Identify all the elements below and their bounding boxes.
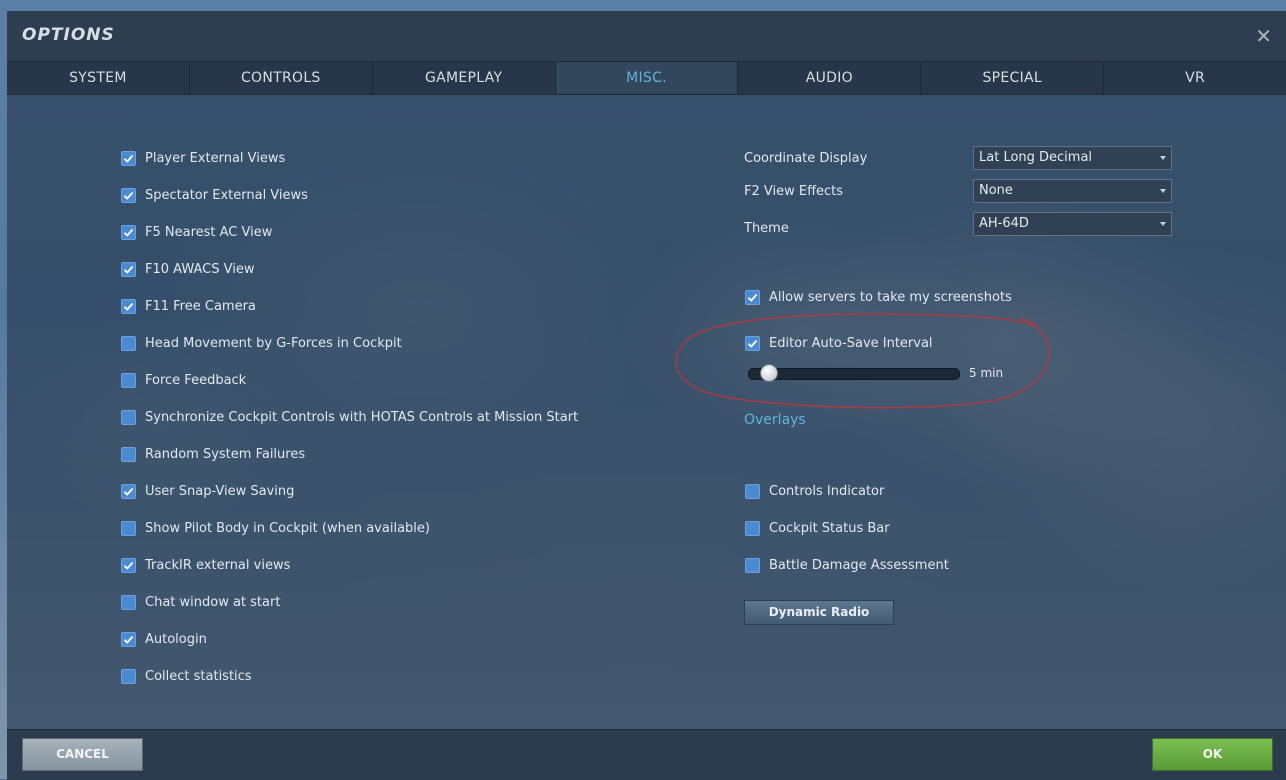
ok-button[interactable]: OK [1152,738,1273,771]
checkbox-icon[interactable] [121,483,136,499]
checkbox-icon[interactable] [745,483,760,499]
f2-view-effects-select[interactable]: None [973,179,1172,203]
tab-bar: SYSTEM CONTROLS GAMEPLAY MISC. AUDIO SPE… [7,61,1286,95]
option-label: Chat window at start [145,594,281,610]
coordinate-display-label: Coordinate Display [744,151,868,166]
option-user-snap-view-saving[interactable]: User Snap-View Saving [121,482,294,500]
option-label: Spectator External Views [145,187,308,203]
option-cockpit-status-bar[interactable]: Cockpit Status Bar [745,519,890,537]
options-dialog: OPTIONS ✕ SYSTEM CONTROLS GAMEPLAY MISC.… [7,11,1286,779]
option-label: F5 Nearest AC View [145,224,273,240]
option-label: F10 AWACS View [145,261,255,277]
option-label: Editor Auto-Save Interval [769,335,933,351]
tab-vr[interactable]: VR [1104,62,1286,94]
option-f5-nearest-ac-view[interactable]: F5 Nearest AC View [121,223,272,241]
option-allow-server-screenshots[interactable]: Allow servers to take my screenshots [745,288,1012,306]
option-label: Controls Indicator [769,483,885,499]
option-label: Autologin [145,631,207,647]
autosave-interval-value: 5 min [969,366,1004,380]
checkbox-icon[interactable] [121,335,136,351]
tab-misc[interactable]: MISC. [555,62,739,94]
chevron-down-icon [1160,156,1166,160]
tab-audio[interactable]: AUDIO [738,62,922,94]
checkbox-icon[interactable] [745,520,760,536]
option-f11-free-camera[interactable]: F11 Free Camera [121,297,256,315]
checkbox-icon[interactable] [121,557,136,573]
option-sync-cockpit-hotas[interactable]: Synchronize Cockpit Controls with HOTAS … [121,408,578,426]
checkbox-icon[interactable] [121,187,136,203]
option-autologin[interactable]: Autologin [121,630,207,648]
select-value: None [979,183,1013,198]
checkbox-icon[interactable] [121,446,136,462]
checkbox-icon[interactable] [121,594,136,610]
checkbox-icon[interactable] [745,335,760,351]
option-label: Synchronize Cockpit Controls with HOTAS … [145,409,579,425]
select-value: Lat Long Decimal [979,150,1093,165]
option-label: Head Movement by G-Forces in Cockpit [145,335,402,351]
tab-system[interactable]: SYSTEM [7,62,190,94]
select-value: AH-64D [979,216,1029,231]
option-controls-indicator[interactable]: Controls Indicator [745,482,884,500]
chevron-down-icon [1160,189,1166,193]
f2-view-effects-label: F2 View Effects [744,184,844,199]
checkbox-icon[interactable] [121,520,136,536]
overlays-link[interactable]: Overlays [744,412,806,428]
checkbox-icon[interactable] [745,289,760,305]
option-show-pilot-body[interactable]: Show Pilot Body in Cockpit (when availab… [121,519,430,537]
option-label: Random System Failures [145,446,306,462]
option-label: Force Feedback [145,372,247,388]
theme-select[interactable]: AH-64D [973,212,1172,236]
option-label: Show Pilot Body in Cockpit (when availab… [145,520,430,536]
checkbox-icon[interactable] [745,557,760,573]
option-battle-damage-assessment[interactable]: Battle Damage Assessment [745,556,949,574]
theme-label: Theme [744,221,789,236]
checkbox-icon[interactable] [121,224,136,240]
option-label: Collect statistics [145,668,252,684]
close-icon[interactable]: ✕ [1255,24,1272,48]
option-trackir-external-views[interactable]: TrackIR external views [121,556,290,574]
option-label: User Snap-View Saving [145,483,295,499]
checkbox-icon[interactable] [121,409,136,425]
tab-special[interactable]: SPECIAL [921,62,1105,94]
checkbox-icon[interactable] [121,298,136,314]
option-force-feedback[interactable]: Force Feedback [121,371,246,389]
cancel-button[interactable]: CANCEL [22,738,143,771]
option-collect-statistics[interactable]: Collect statistics [121,667,252,685]
coordinate-display-select[interactable]: Lat Long Decimal [973,146,1172,170]
option-label: TrackIR external views [145,557,291,573]
option-chat-window-at-start[interactable]: Chat window at start [121,593,280,611]
autosave-interval-slider[interactable] [748,364,960,382]
dynamic-radio-button[interactable]: Dynamic Radio [744,600,894,625]
title-bar: OPTIONS ✕ [7,11,1286,61]
option-spectator-external-views[interactable]: Spectator External Views [121,186,308,204]
checkbox-icon[interactable] [121,261,136,277]
option-random-system-failures[interactable]: Random System Failures [121,445,305,463]
checkbox-icon[interactable] [121,631,136,647]
option-label: Cockpit Status Bar [769,520,890,536]
chevron-down-icon [1160,222,1166,226]
checkbox-icon[interactable] [121,668,136,684]
footer-bar [7,729,1286,780]
option-editor-autosave[interactable]: Editor Auto-Save Interval [745,334,933,352]
tab-controls[interactable]: CONTROLS [190,62,373,94]
tab-gameplay[interactable]: GAMEPLAY [373,62,556,94]
slider-thumb[interactable] [759,364,778,382]
option-player-external-views[interactable]: Player External Views [121,149,285,167]
checkbox-icon[interactable] [121,150,136,166]
checkbox-icon[interactable] [121,372,136,388]
option-label: Battle Damage Assessment [769,557,949,573]
option-head-movement-gforces[interactable]: Head Movement by G-Forces in Cockpit [121,334,402,352]
dialog-title: OPTIONS [22,25,115,45]
option-f10-awacs-view[interactable]: F10 AWACS View [121,260,254,278]
option-label: Allow servers to take my screenshots [769,289,1012,305]
option-label: Player External Views [145,150,286,166]
option-label: F11 Free Camera [145,298,256,314]
